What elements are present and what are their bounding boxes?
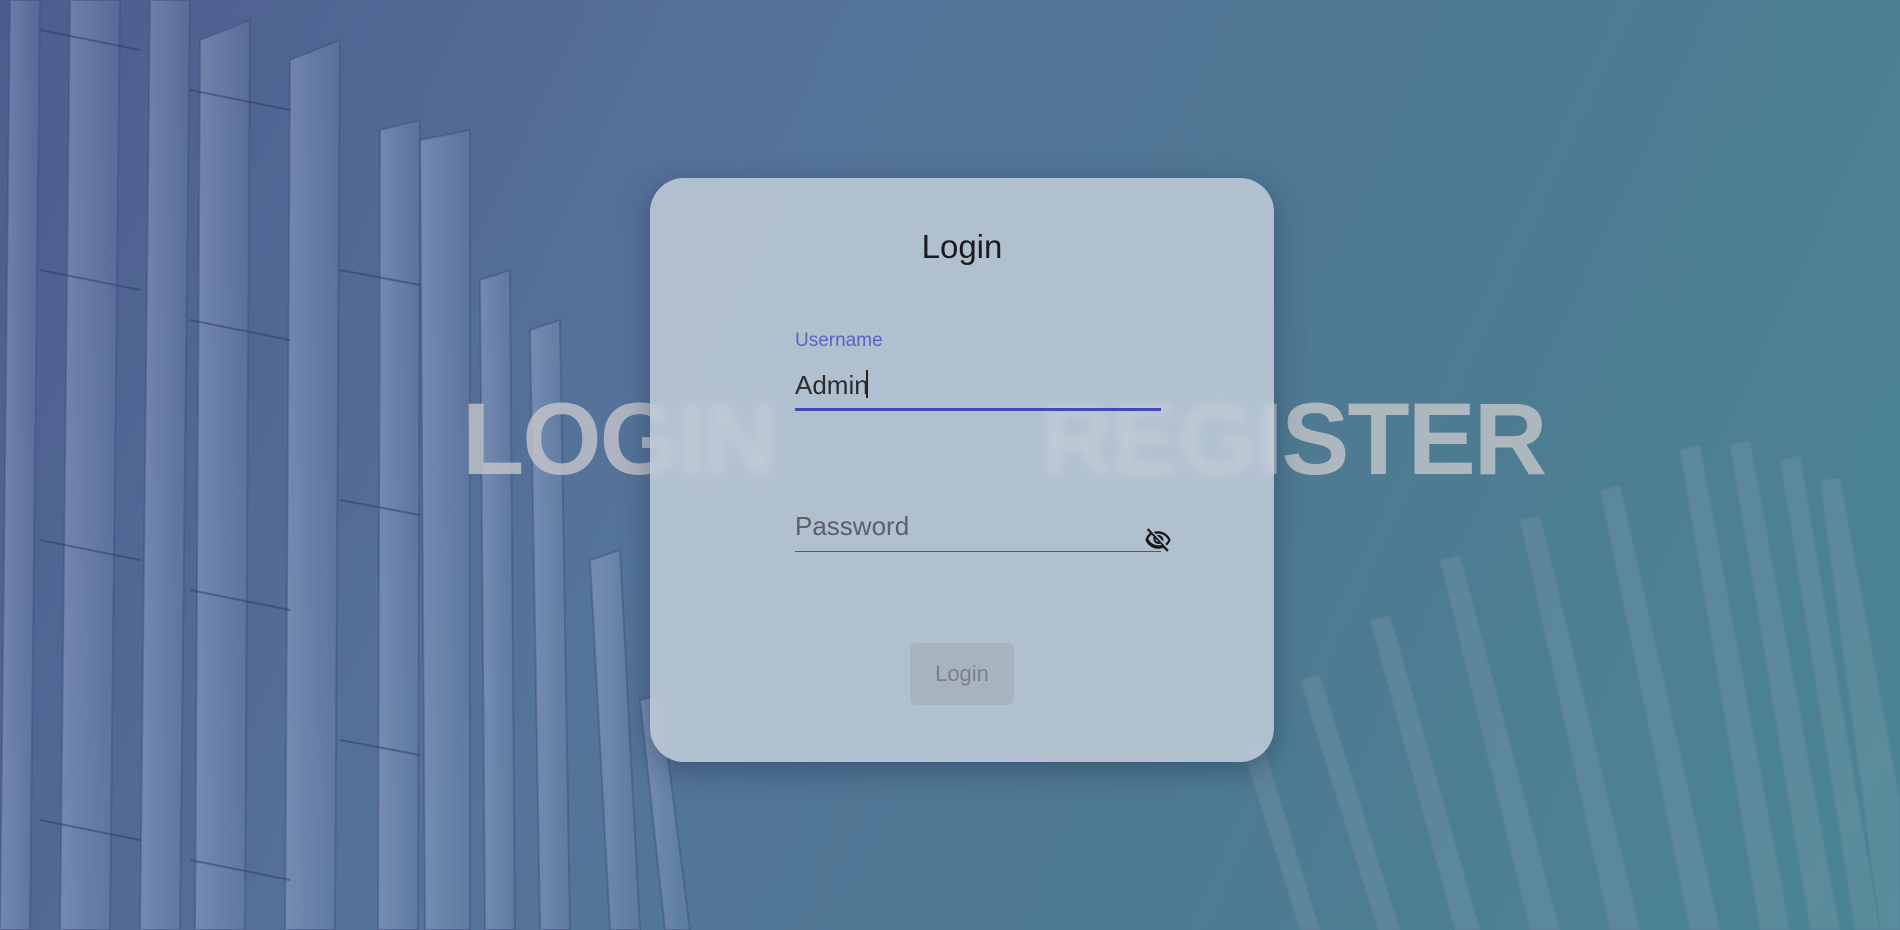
username-field[interactable]: Username: [795, 330, 1161, 411]
text-caret: [866, 370, 868, 398]
username-underline: [795, 408, 1161, 411]
eye-off-icon[interactable]: [1144, 526, 1172, 554]
username-label: Username: [795, 330, 883, 351]
password-input[interactable]: [795, 508, 1125, 544]
card-title: Login: [921, 228, 1003, 265]
login-card: Login Username Login: [650, 178, 1274, 762]
login-button[interactable]: Login: [910, 643, 1014, 705]
username-input[interactable]: [795, 368, 1161, 402]
password-field[interactable]: [795, 508, 1161, 564]
password-underline: [795, 551, 1161, 552]
